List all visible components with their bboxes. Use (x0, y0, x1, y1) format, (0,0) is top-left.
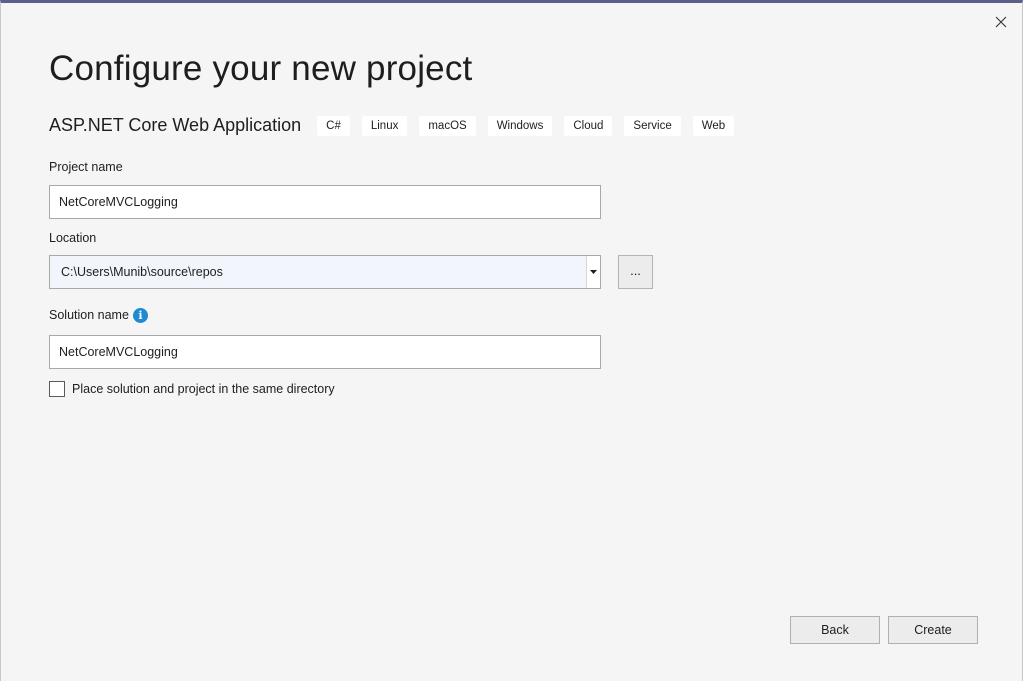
tag-service: Service (624, 115, 681, 136)
tag-cloud: Cloud (564, 115, 613, 136)
tag-csharp: C# (317, 115, 350, 136)
same-directory-checkbox[interactable] (49, 381, 65, 397)
location-combobox[interactable]: C:\Users\Munib\source\repos (49, 255, 601, 289)
template-name: ASP.NET Core Web Application (49, 115, 302, 135)
close-icon (995, 16, 1007, 28)
location-value: C:\Users\Munib\source\repos (61, 265, 223, 279)
location-dropdown-button[interactable] (586, 256, 600, 288)
solution-name-input[interactable] (49, 335, 601, 369)
location-label: Location (49, 231, 97, 245)
page-title: Configure your new project (49, 49, 473, 88)
configure-project-dialog: Configure your new project ASP.NET Core … (0, 0, 1023, 681)
back-button[interactable]: Back (790, 616, 880, 644)
tag-macos: macOS (419, 115, 476, 136)
tag-web: Web (692, 115, 735, 136)
tag-linux: Linux (361, 115, 408, 136)
project-name-input[interactable] (49, 185, 601, 219)
browse-location-button[interactable]: ... (618, 255, 653, 289)
template-summary: ASP.NET Core Web Application C# Linux ma… (49, 115, 746, 136)
chevron-down-icon (590, 270, 597, 274)
tag-windows: Windows (487, 115, 553, 136)
same-directory-option[interactable]: Place solution and project in the same d… (49, 381, 335, 397)
close-button[interactable] (990, 11, 1012, 33)
create-button[interactable]: Create (888, 616, 978, 644)
project-name-label: Project name (49, 160, 123, 174)
solution-name-label: Solution name (49, 308, 129, 322)
info-icon[interactable]: i (133, 308, 148, 323)
same-directory-label: Place solution and project in the same d… (72, 382, 335, 396)
